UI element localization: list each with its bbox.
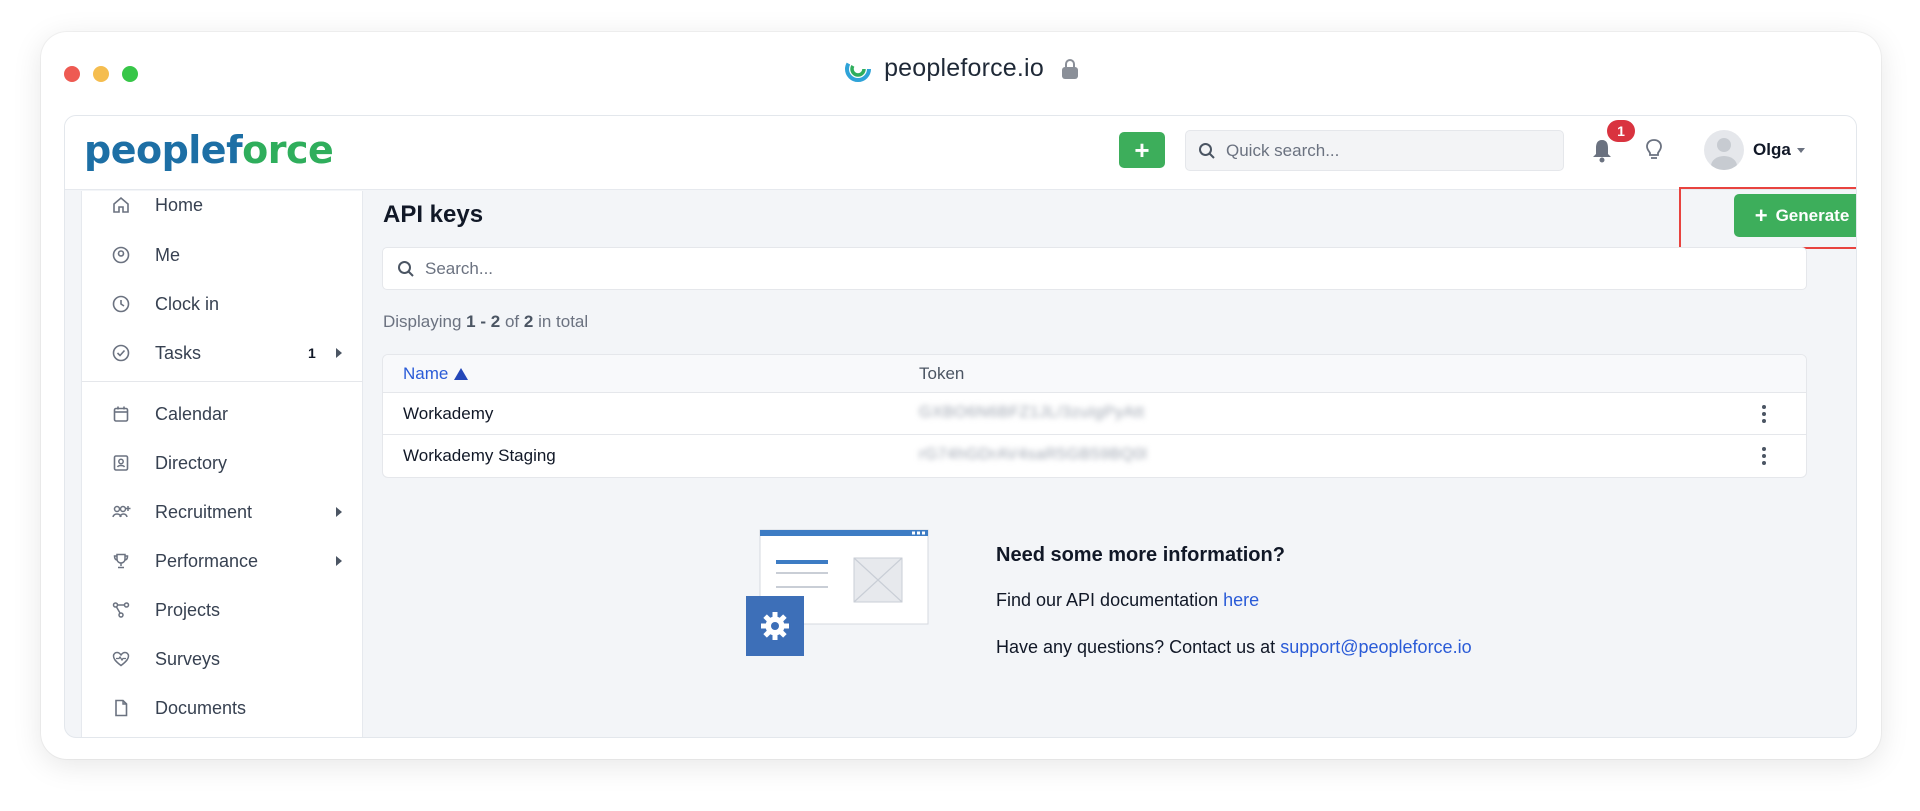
search-input[interactable]	[425, 258, 1725, 279]
lightbulb-icon[interactable]	[1645, 138, 1663, 162]
info-heading: Need some more information?	[996, 544, 1285, 566]
calendar-icon	[111, 404, 131, 424]
sidebar-item-calendar[interactable]: Calendar	[82, 394, 363, 434]
sidebar-item-label: Recruitment	[155, 501, 253, 522]
chevron-right-icon	[336, 348, 342, 358]
contact-card-icon	[111, 453, 131, 473]
support-email-link[interactable]: support@peopleforce.io	[1280, 637, 1471, 657]
gear-icon	[761, 612, 789, 640]
results-of: of	[504, 312, 520, 331]
key-name: Workademy Staging	[403, 446, 556, 465]
api-keys-table: Name Token Workademy GXBO6N6BFZ1JL/3zuIg…	[382, 354, 1807, 478]
generate-button-label: Generate	[1775, 205, 1850, 225]
app-frame: peopleforce + 1 Olga Home	[64, 115, 1857, 738]
results-total: 2	[523, 312, 534, 331]
notification-badge: 1	[1607, 120, 1635, 142]
peopleforce-favicon-icon	[845, 55, 872, 82]
api-keys-search-box[interactable]	[382, 247, 1807, 290]
api-docs-text: Find our API documentation here	[996, 590, 1259, 611]
generate-highlight-box: + Generate	[1679, 187, 1856, 249]
results-count: Displaying 1 - 2 of 2 in total	[383, 312, 588, 332]
logo-text-o: o	[242, 128, 268, 172]
key-name: Workademy	[403, 404, 494, 423]
user-circle-icon	[111, 245, 131, 265]
chevron-right-icon	[336, 507, 342, 517]
sidebar-item-tasks[interactable]: Tasks 1	[82, 333, 363, 373]
key-token: GXBO6N6BFZ1JL/3zuIgPyAtt	[919, 404, 1145, 421]
browser-window: peopleforce.io peopleforce + 1 Olga	[41, 32, 1881, 759]
table-row[interactable]: Workademy GXBO6N6BFZ1JL/3zuIgPyAtt	[383, 393, 1806, 435]
row-actions-icon[interactable]	[1761, 405, 1767, 423]
sidebar-item-recruitment[interactable]: Recruitment	[82, 492, 363, 532]
user-menu[interactable]: Olga	[1753, 140, 1805, 160]
plus-icon: +	[1754, 202, 1768, 228]
key-token: rG74hGDrAV4saR5GB59BQ0l	[919, 446, 1148, 463]
check-circle-icon	[111, 343, 131, 363]
chevron-right-icon	[336, 556, 342, 566]
sidebar-item-me[interactable]: Me	[82, 235, 363, 275]
project-nodes-icon	[111, 600, 131, 620]
column-header-name[interactable]: Name	[403, 364, 469, 384]
chevron-down-icon	[1796, 147, 1805, 153]
sidebar-item-directory[interactable]: Directory	[82, 443, 363, 483]
home-icon	[111, 195, 131, 215]
api-docs-label: Find our API documentation	[996, 590, 1219, 610]
page-title: API keys	[383, 201, 484, 228]
sidebar-item-clock-in[interactable]: Clock in	[82, 284, 363, 324]
user-name: Olga	[1753, 140, 1791, 159]
sidebar-item-label: Surveys	[155, 648, 221, 669]
logo-text-end: rce	[267, 128, 334, 172]
clock-icon	[111, 294, 131, 314]
tasks-count-badge: 1	[308, 345, 316, 361]
table-header: Name Token	[383, 355, 1806, 393]
quick-add-button[interactable]: +	[1119, 132, 1165, 168]
column-header-token: Token	[919, 364, 965, 383]
sidebar-item-label: Documents	[155, 697, 247, 718]
quick-search-input[interactable]	[1226, 140, 1546, 161]
results-range: 1 - 2	[466, 312, 501, 331]
sidebar: Home Me Clock in Tasks 1 Calendar Direct…	[81, 191, 363, 737]
bell-icon[interactable]	[1590, 138, 1614, 164]
lock-icon	[1061, 58, 1078, 79]
sidebar-divider	[82, 381, 363, 382]
sidebar-item-label: Directory	[155, 452, 228, 473]
sidebar-item-label: Tasks	[155, 342, 202, 363]
main-content: API keys + Generate Displaying 1 - 2 of …	[363, 187, 1856, 737]
trophy-icon	[111, 551, 131, 571]
user-avatar[interactable]	[1704, 130, 1744, 170]
sidebar-item-home[interactable]: Home	[82, 185, 363, 225]
column-header-label: Name	[403, 364, 449, 383]
search-icon	[398, 260, 414, 277]
peopleforce-logo[interactable]: peopleforce	[84, 128, 334, 172]
row-actions-icon[interactable]	[1761, 447, 1767, 465]
sidebar-item-surveys[interactable]: Surveys	[82, 639, 363, 679]
search-icon	[1199, 142, 1215, 159]
sidebar-item-documents[interactable]: Documents	[82, 688, 363, 728]
sidebar-item-label: Me	[155, 244, 181, 265]
document-icon	[111, 698, 131, 718]
sidebar-item-performance[interactable]: Performance	[82, 541, 363, 581]
sidebar-item-projects[interactable]: Projects	[82, 590, 363, 630]
people-add-icon	[111, 502, 131, 522]
contact-label: Have any questions? Contact us at	[996, 637, 1276, 657]
sidebar-item-label: Performance	[155, 550, 259, 571]
table-row[interactable]: Workademy Staging rG74hGDrAV4saR5GB59BQ0…	[383, 435, 1806, 477]
address-bar[interactable]: peopleforce.io	[41, 54, 1881, 83]
sidebar-item-label: Home	[155, 194, 204, 215]
sidebar-item-label: Calendar	[155, 403, 229, 424]
url-text: peopleforce.io	[884, 54, 1044, 82]
quick-search-box[interactable]	[1185, 130, 1564, 171]
generate-button[interactable]: + Generate	[1734, 194, 1856, 237]
sidebar-item-label: Projects	[155, 599, 221, 620]
top-bar: peopleforce + 1 Olga	[65, 116, 1856, 190]
sort-ascending-icon	[454, 368, 469, 380]
results-suffix: in total	[538, 312, 589, 331]
heart-pulse-icon	[111, 649, 131, 669]
logo-text-start: peoplef	[84, 128, 243, 172]
contact-text: Have any questions? Contact us at suppor…	[996, 637, 1472, 658]
sidebar-item-label: Clock in	[155, 293, 220, 314]
results-prefix: Displaying	[383, 312, 462, 331]
api-docs-link[interactable]: here	[1223, 590, 1259, 610]
api-docs-illustration	[746, 529, 929, 656]
